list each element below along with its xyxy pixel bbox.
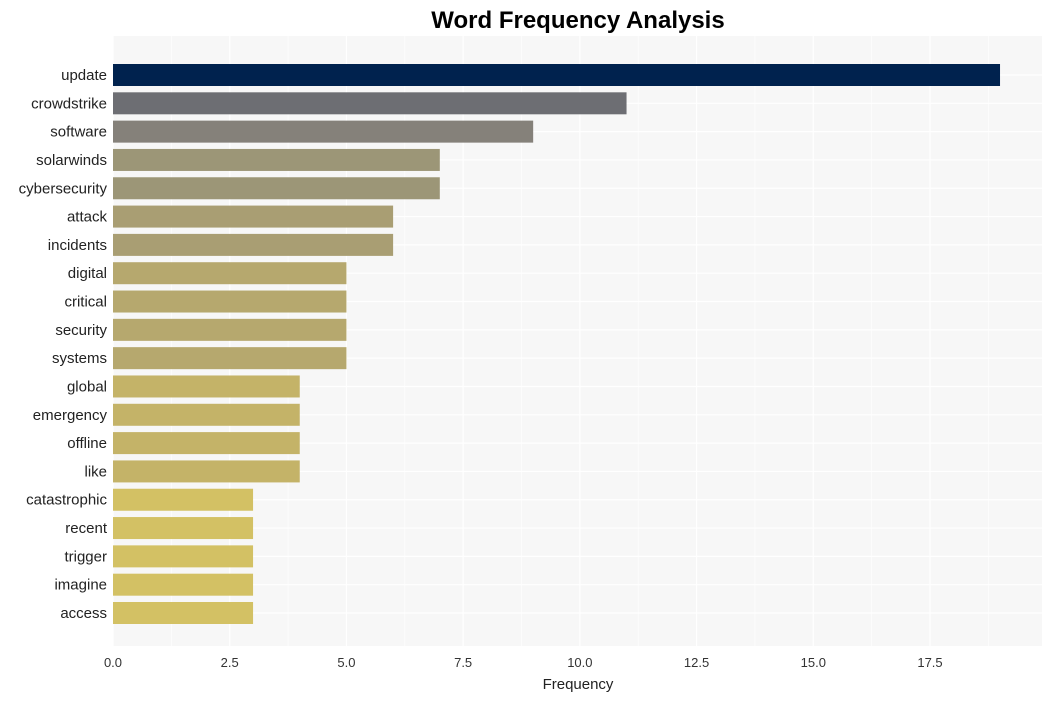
bar-update — [113, 64, 1001, 86]
x-tick-label: 10.0 — [567, 655, 592, 670]
y-tick-label-crowdstrike: crowdstrike — [31, 95, 107, 112]
y-tick-label-like: like — [84, 463, 107, 480]
x-tick-label: 2.5 — [221, 655, 239, 670]
y-tick-label-recent: recent — [65, 520, 108, 537]
bar-cybersecurity — [113, 177, 440, 200]
bar-software — [113, 120, 534, 143]
bar-like — [113, 460, 300, 483]
bar-attack — [113, 205, 394, 228]
chart-title: Word Frequency Analysis — [431, 7, 724, 34]
x-tick-label: 0.0 — [104, 655, 122, 670]
y-tick-label-emergency: emergency — [33, 407, 108, 424]
bar-crowdstrike — [113, 92, 627, 115]
y-tick-label-security: security — [55, 322, 107, 339]
x-axis-ticks: 0.0 2.5 5.0 7.5 10.0 12.5 15.0 17.5 — [104, 655, 943, 670]
bar-chart: update crowdstrike software solarwinds cyber… — [19, 7, 1042, 693]
y-tick-label-offline: offline — [67, 435, 107, 452]
bar-global — [113, 375, 300, 398]
bar-systems — [113, 347, 347, 370]
y-tick-label-update: update — [61, 67, 107, 84]
bar-emergency — [113, 403, 300, 426]
y-tick-label-incidents: incidents — [48, 237, 107, 254]
bar-trigger — [113, 545, 254, 568]
bar-critical — [113, 290, 347, 313]
y-tick-label-software: software — [50, 124, 107, 141]
y-tick-label-attack: attack — [67, 209, 108, 226]
y-tick-label-imagine: imagine — [54, 577, 107, 594]
bar-catastrophic — [113, 488, 254, 511]
y-tick-label-solarwinds: solarwinds — [36, 152, 107, 169]
bar-solarwinds — [113, 148, 440, 171]
y-tick-label-systems: systems — [52, 350, 107, 367]
x-tick-label: 12.5 — [684, 655, 709, 670]
x-tick-label: 17.5 — [917, 655, 942, 670]
bar-access — [113, 602, 254, 624]
x-tick-label: 15.0 — [801, 655, 826, 670]
y-tick-label-catastrophic: catastrophic — [26, 492, 107, 509]
y-tick-label-digital: digital — [68, 265, 107, 282]
bar-imagine — [113, 573, 254, 596]
bar-offline — [113, 432, 300, 455]
y-tick-label-cybersecurity: cybersecurity — [19, 180, 108, 197]
x-tick-label: 5.0 — [337, 655, 355, 670]
bar-recent — [113, 517, 254, 540]
bar-digital — [113, 262, 347, 285]
y-tick-label-trigger: trigger — [64, 548, 107, 565]
y-tick-label-critical: critical — [64, 294, 107, 311]
y-axis-labels: update crowdstrike software solarwinds cyber… — [19, 67, 108, 622]
bar-incidents — [113, 233, 394, 256]
bar-security — [113, 318, 347, 341]
y-tick-label-global: global — [67, 378, 107, 395]
x-tick-label: 7.5 — [454, 655, 472, 670]
x-axis-label: Frequency — [543, 676, 614, 693]
y-tick-label-access: access — [60, 605, 107, 622]
